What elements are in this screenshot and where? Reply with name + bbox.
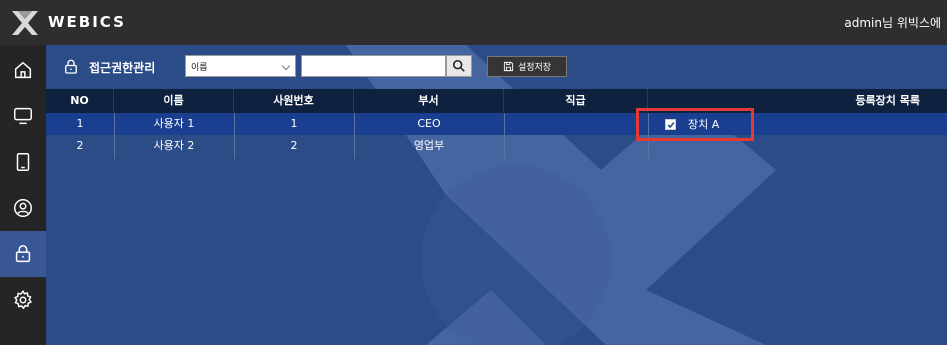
column-divider	[234, 113, 235, 159]
chevron-down-icon	[281, 61, 291, 71]
cell-department: CEO	[417, 117, 441, 130]
table-header: NO 이름 사원번호 부서 직급 등록장치 목록	[46, 89, 947, 113]
top-bar: WEBICS admin님 위빅스에	[0, 0, 947, 45]
column-header-no[interactable]: NO	[46, 89, 114, 113]
monitor-icon	[14, 107, 32, 125]
sidebar	[0, 45, 46, 345]
gear-icon	[14, 290, 32, 310]
search-button[interactable]	[446, 55, 472, 77]
main-content: 접근권한관리 이름 설정저장 NO 이름 사원번호 부서 직급 등록장치 목록	[46, 45, 947, 345]
column-divider	[354, 113, 355, 159]
user-greeting: admin님 위빅스에	[844, 16, 941, 30]
cell-employee-no: 2	[290, 139, 298, 152]
column-divider	[504, 113, 505, 159]
column-divider	[114, 113, 115, 159]
table-row[interactable]: 2 사용자 2 2 영업부	[46, 135, 947, 157]
cell-rank	[504, 113, 648, 135]
device-label: 장치 A	[688, 118, 720, 131]
table-row[interactable]: 1 사용자 1 1 CEO	[46, 113, 947, 135]
search-icon	[452, 59, 465, 72]
lock-icon	[65, 59, 77, 74]
cell-rank	[504, 135, 648, 157]
user-circle-icon	[14, 199, 32, 217]
cell-employee-no: 1	[290, 117, 298, 130]
webics-logo	[12, 11, 38, 35]
checkmark-icon	[667, 122, 675, 129]
tablet-icon	[16, 153, 30, 171]
lock-icon	[15, 245, 31, 263]
sidebar-item-tablet[interactable]	[0, 139, 46, 185]
sidebar-item-settings[interactable]	[0, 277, 46, 323]
save-settings-label: 설정저장	[517, 63, 552, 73]
cell-name: 사용자 1	[153, 117, 195, 130]
column-header-employee-no[interactable]: 사원번호	[234, 89, 354, 113]
search-field-value: 이름	[191, 63, 208, 73]
device-checkbox[interactable]	[665, 119, 676, 130]
search-field-select[interactable]: 이름	[185, 55, 296, 77]
column-header-rank[interactable]: 직급	[504, 89, 648, 113]
toolbar: 접근권한관리 이름 설정저장	[46, 45, 947, 89]
sidebar-item-access[interactable]	[0, 231, 46, 277]
sidebar-item-user[interactable]	[0, 185, 46, 231]
sidebar-item-home[interactable]	[0, 47, 46, 93]
cell-name: 사용자 2	[153, 139, 195, 152]
cell-department: 영업부	[413, 139, 445, 152]
column-header-name[interactable]: 이름	[114, 89, 234, 113]
brand-name: WEBICS	[48, 13, 126, 31]
cell-no: 1	[76, 117, 84, 130]
search-input[interactable]	[301, 55, 446, 77]
save-settings-button[interactable]: 설정저장	[487, 56, 567, 77]
column-header-department[interactable]: 부서	[354, 89, 504, 113]
sidebar-item-monitor[interactable]	[0, 93, 46, 139]
home-icon	[14, 61, 32, 79]
page-title: 접근권한관리	[89, 61, 156, 75]
cell-no: 2	[76, 139, 84, 152]
save-icon	[503, 61, 514, 72]
